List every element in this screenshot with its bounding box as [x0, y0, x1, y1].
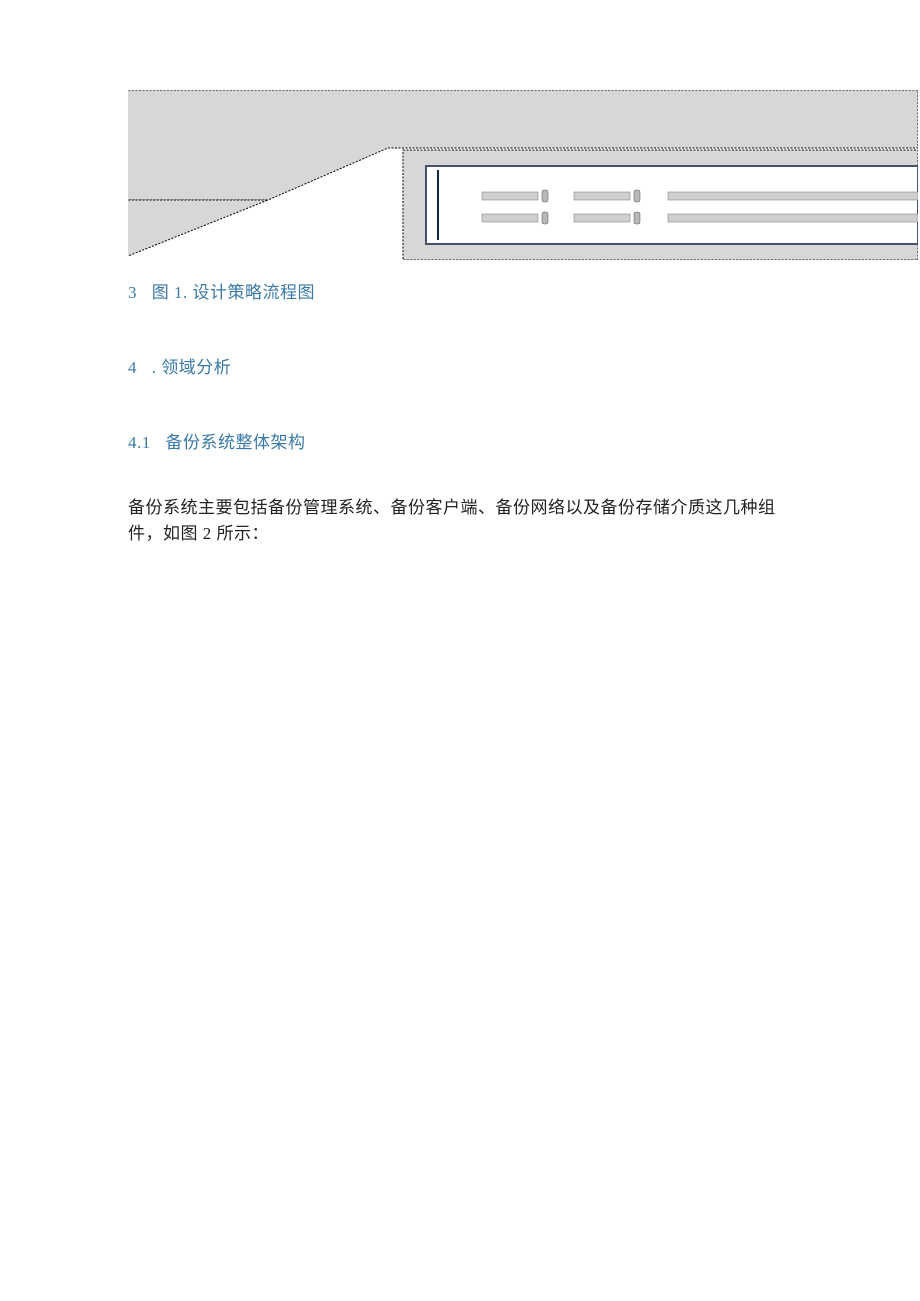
figure-1-diagram — [128, 90, 918, 260]
section-number: 4 — [128, 358, 137, 378]
subsection-number: 4.1 — [128, 433, 151, 453]
section-title: . 领域分析 — [152, 358, 232, 377]
subsection-title: 备份系统整体架构 — [166, 433, 306, 452]
body-paragraph: 备份系统主要包括备份管理系统、备份客户端、备份网络以及备份存储介质这几种组件，如… — [128, 495, 792, 548]
figure-1-caption: 3 图 1. 设计策略流程图 — [128, 278, 792, 303]
section-4-heading: 4 . 领域分析 — [128, 353, 792, 378]
caption-number: 3 — [128, 283, 137, 303]
caption-text: 图 1. 设计策略流程图 — [152, 283, 315, 302]
section-4-1-heading: 4.1 备份系统整体架构 — [128, 428, 792, 453]
